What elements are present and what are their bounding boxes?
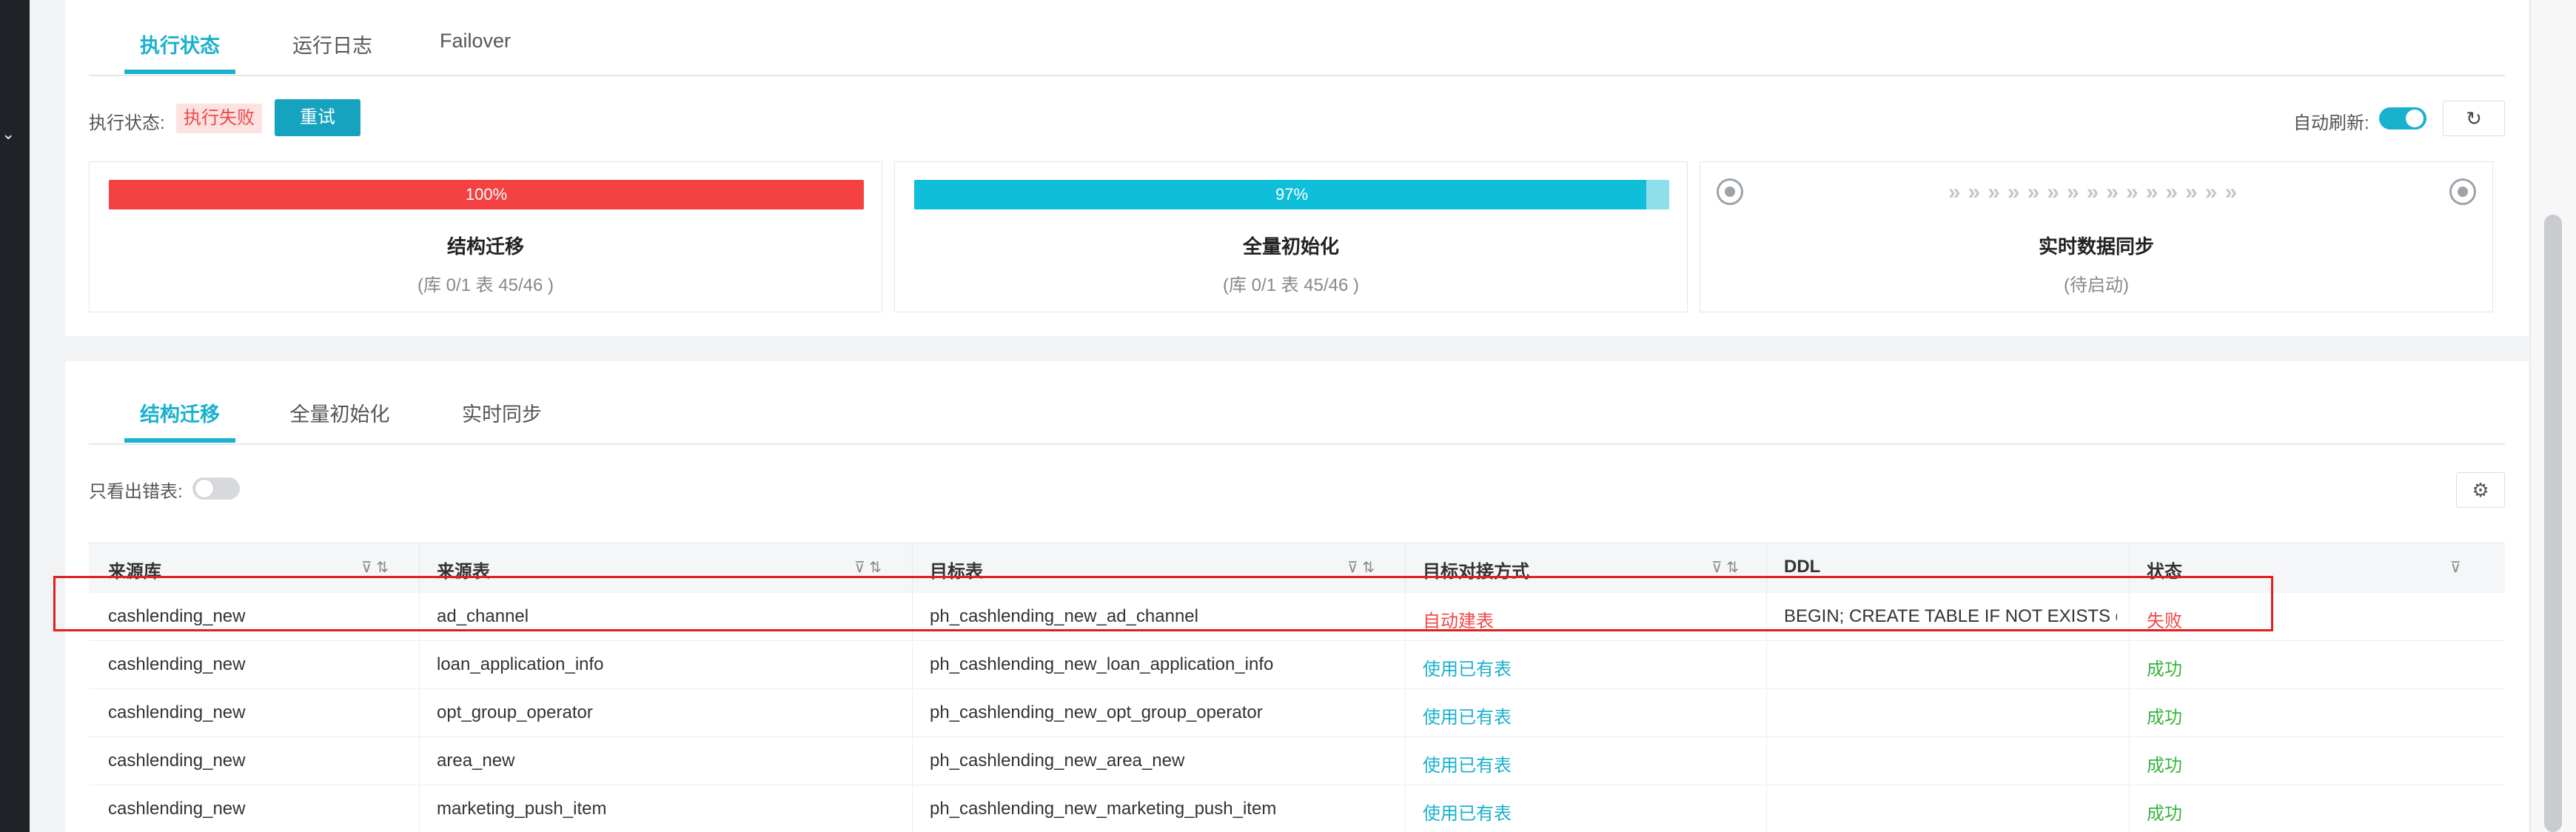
refresh-icon[interactable]: ↻: [2443, 101, 2505, 136]
panel-realtime-sync: »»»»»»»»»»»»»»» 实时数据同步 (待启动): [1700, 161, 2493, 312]
tab-realtime-sync[interactable]: 实时同步: [450, 398, 554, 427]
cell-source-table: area_new: [437, 751, 515, 771]
tab-underline: [89, 443, 2505, 445]
cell-source-table: opt_group_operator: [437, 702, 593, 722]
progress-percent: 97%: [1275, 185, 1309, 204]
progress-bar-structure: 100%: [109, 180, 864, 209]
error-only-label: 只看出错表:: [89, 482, 183, 502]
table-row[interactable]: cashlending_new opt_group_operator ph_cash…: [89, 689, 2505, 737]
arrows-icon: »»»»»»»»»»»»»»»: [1948, 180, 2245, 204]
annotation-highlight-box: [53, 576, 2273, 631]
progress-bar-full-init: 97%: [914, 180, 1669, 209]
cell-target-table: ph_cashlending_new_area_new: [930, 751, 1185, 771]
table-row[interactable]: cashlending_new area_new ph_cashlending_ne…: [89, 737, 2505, 785]
left-sidebar: ⌄: [0, 0, 30, 832]
start-target-icon: [1717, 178, 1743, 205]
table-row[interactable]: cashlending_new marketing_push_item ph_cas…: [89, 785, 2505, 832]
scrollbar-thumb[interactable]: [2544, 215, 2562, 832]
panel-subtitle: (待启动): [2064, 275, 2129, 295]
cell-source-db: cashlending_new: [108, 654, 246, 674]
panel-full-init: 97% 全量初始化 (库 0/1 表 45/46 ): [894, 161, 1688, 312]
chevron-down-icon[interactable]: ⌄: [1, 126, 15, 142]
filter-icon[interactable]: ⊽: [2450, 558, 2461, 577]
auto-refresh-label: 自动刷新:: [2293, 113, 2369, 133]
settings-gear-icon[interactable]: ⚙: [2456, 472, 2505, 508]
cell-status: 成功: [2147, 756, 2182, 776]
panel-subtitle: (库 0/1 表 45/46 ): [1222, 275, 1360, 295]
cell-target-mode: 使用已有表: [1423, 804, 1512, 824]
auto-refresh-toggle[interactable]: [2379, 107, 2426, 130]
status-badge: 执行失败: [176, 104, 262, 133]
panel-title: 结构迁移: [446, 235, 524, 258]
cell-status: 成功: [2147, 804, 2182, 824]
panel-title: 全量初始化: [1242, 235, 1339, 258]
filter-sort-icon[interactable]: ⊽ ⇅: [1711, 558, 1739, 577]
retry-button[interactable]: 重试: [275, 99, 360, 136]
tab-run-log[interactable]: 运行日志: [277, 30, 388, 58]
panel-structure-migration: 100% 结构迁移 (库 0/1 表 45/46 ): [89, 161, 882, 312]
error-only-toggle[interactable]: [192, 477, 240, 500]
cell-source-db: cashlending_new: [108, 702, 246, 722]
execution-status-card: 执行状态 运行日志 Failover 执行状态: 执行失败 重试 自动刷新: ↻…: [65, 0, 2529, 336]
cell-target-table: ph_cashlending_new_marketing_push_item: [930, 799, 1277, 819]
panel-subtitle: (库 0/1 表 45/46 ): [417, 275, 554, 295]
progress-percent: 100%: [465, 185, 508, 204]
scrollbar[interactable]: [2530, 0, 2576, 832]
cell-target-mode: 使用已有表: [1423, 660, 1512, 680]
status-label: 执行状态:: [89, 113, 165, 133]
cell-source-table: loan_application_info: [437, 654, 604, 674]
cell-target-table: ph_cashlending_new_opt_group_operator: [930, 702, 1263, 722]
tab-full-init[interactable]: 全量初始化: [277, 398, 403, 427]
cell-status: 成功: [2147, 660, 2182, 680]
cell-source-table: marketing_push_item: [437, 799, 607, 819]
cell-status: 成功: [2147, 708, 2182, 728]
tab-underline: [89, 75, 2505, 76]
tab-structure-migration[interactable]: 结构迁移: [124, 398, 235, 443]
panel-title: 实时数据同步: [2038, 235, 2154, 258]
cell-target-mode: 使用已有表: [1423, 756, 1512, 776]
tab-execution-status[interactable]: 执行状态: [124, 30, 235, 74]
filter-sort-icon[interactable]: ⊽ ⇅: [854, 558, 882, 577]
table-row[interactable]: cashlending_new loan_application_info ph_c…: [89, 641, 2505, 689]
filter-sort-icon[interactable]: ⊽ ⇅: [361, 558, 389, 577]
filter-sort-icon[interactable]: ⊽ ⇅: [1347, 558, 1375, 577]
cell-target-table: ph_cashlending_new_loan_application_info: [930, 654, 1274, 674]
tab-failover[interactable]: Failover: [423, 30, 527, 53]
cell-target-mode: 使用已有表: [1423, 708, 1512, 728]
cell-source-db: cashlending_new: [108, 751, 246, 771]
end-target-icon: [2449, 178, 2476, 205]
cell-source-db: cashlending_new: [108, 799, 246, 819]
header-ddl: DDL: [1784, 557, 1821, 577]
